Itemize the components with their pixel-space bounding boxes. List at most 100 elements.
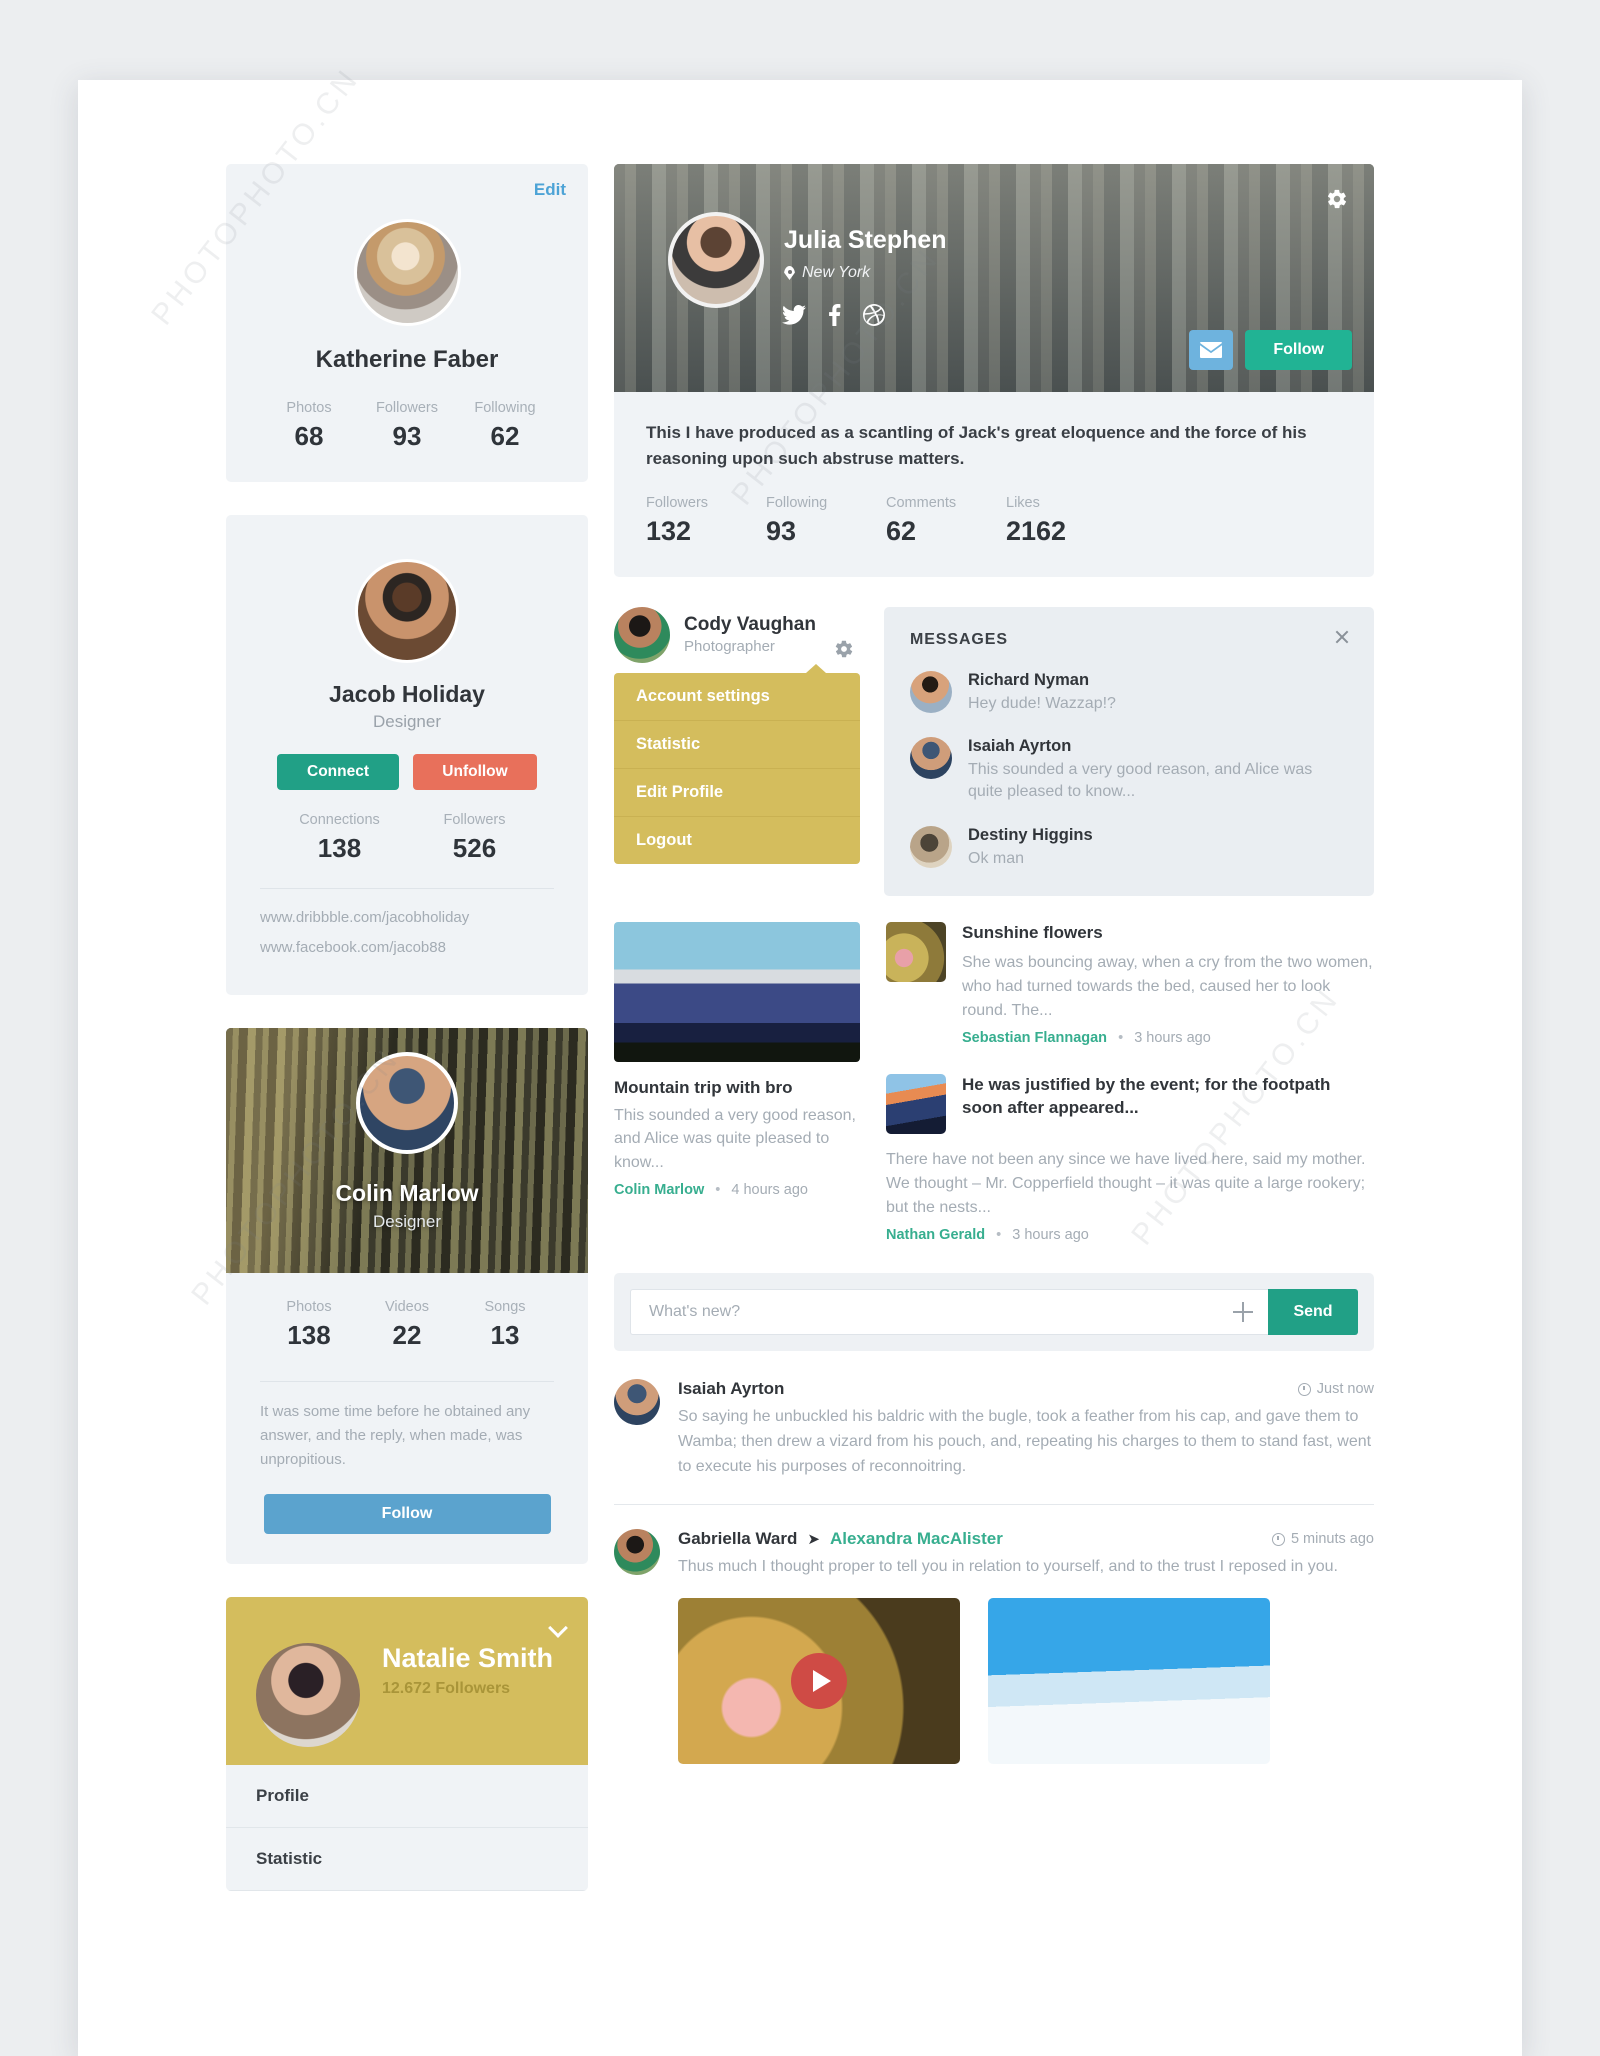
link-dribbble[interactable]: www.dribbble.com/jacobholiday (260, 909, 554, 926)
menu-item-statistic[interactable]: Statistic (614, 721, 860, 769)
meta-separator: • (1118, 1030, 1124, 1047)
account-menu: Cody Vaughan Photographer Account settin… (614, 606, 860, 864)
post-time: 3 hours ago (1134, 1030, 1211, 1047)
play-icon[interactable] (791, 1653, 847, 1710)
dribbble-icon[interactable] (863, 304, 885, 326)
profile-stats: Photos 138 Videos 22 Songs 13 (226, 1273, 588, 1381)
nav-item-profile[interactable]: Profile (226, 1765, 588, 1828)
post-meta: Nathan Gerald • 3 hours ago (886, 1227, 1374, 1243)
menu-item-edit-profile[interactable]: Edit Profile (614, 769, 860, 817)
stat-value: 138 (287, 1320, 331, 1350)
avatar-julia (668, 212, 764, 308)
avatar-colin (356, 1052, 458, 1154)
nav-item-statistic[interactable]: Statistic (226, 1828, 588, 1891)
stat-label: Comments (886, 494, 957, 511)
stat-value: 93 (766, 515, 797, 546)
chevron-down-icon[interactable] (550, 1619, 566, 1635)
nav-card-header: Natalie Smith 12.672 Followers (226, 1597, 588, 1765)
feed-target-user[interactable]: Alexandra MacAlister (830, 1529, 1003, 1549)
stat-value: 13 (490, 1320, 520, 1350)
feed-post-body: Gabriella Ward ➤ Alexandra MacAlister 5 … (678, 1529, 1374, 1765)
stat-value: 62 (490, 421, 520, 451)
feed-post: Isaiah Ayrton Just now So saying he unbu… (614, 1379, 1374, 1506)
post-author[interactable]: Sebastian Flannagan (962, 1030, 1107, 1046)
profile-stats: Connections 138 Followers 526 (226, 790, 588, 888)
stat-connections: Connections 138 (272, 812, 407, 864)
clock-icon (1271, 1532, 1285, 1546)
post-excerpt: She was bouncing away, when a cry from t… (962, 954, 1373, 1019)
close-icon[interactable] (1334, 629, 1350, 645)
avatar-jacob (355, 559, 459, 663)
gear-icon[interactable] (834, 639, 854, 659)
avatar-cody (614, 606, 670, 663)
message-preview: Hey dude! Wazzap!? (968, 694, 1116, 712)
hero-follow-button[interactable]: Follow (1245, 330, 1352, 370)
post-composer: Send (614, 1273, 1374, 1352)
stat-followers: Followers 526 (407, 812, 542, 864)
feed-author[interactable]: Gabriella Ward (678, 1529, 797, 1549)
menu-item-account-settings[interactable]: Account settings (614, 673, 860, 721)
menu-item-logout[interactable]: Logout (614, 817, 860, 864)
edit-button[interactable]: Edit (534, 180, 566, 200)
account-and-messages-row: Cody Vaughan Photographer Account settin… (614, 606, 1374, 897)
message-button[interactable] (1189, 330, 1234, 370)
stat-comments: Comments 62 (886, 495, 1006, 547)
hero-cover-image-city: Julia Stephen New York Follow (614, 164, 1374, 392)
composer-field (630, 1289, 1268, 1336)
post-author[interactable]: Nathan Gerald (886, 1227, 985, 1243)
link-facebook[interactable]: www.facebook.com/jacob88 (260, 939, 554, 956)
gallery-video-flowers[interactable] (678, 1598, 960, 1765)
composer-input[interactable] (630, 1289, 1268, 1336)
message-item[interactable]: Isaiah Ayrton This sounded a very good r… (910, 737, 1348, 804)
message-sender: Isaiah Ayrton (968, 737, 1072, 756)
hero-name: Julia Stephen (784, 226, 947, 254)
post-title: Sunshine flowers (962, 923, 1103, 943)
account-role: Photographer (684, 638, 775, 656)
post-time: 4 hours ago (731, 1181, 808, 1198)
post-content: Sunshine flowers She was bouncing away, … (962, 922, 1374, 1046)
gallery-image-mountain[interactable] (988, 1598, 1270, 1765)
connect-button[interactable]: Connect (277, 754, 399, 790)
account-identity: Cody Vaughan Photographer (684, 614, 816, 655)
post-title: He was justified by the event; for the f… (962, 1075, 1331, 1118)
post-meta: Sebastian Flannagan • 3 hours ago (962, 1030, 1374, 1046)
featured-post[interactable]: Mountain trip with bro This sounded a ve… (614, 922, 860, 1243)
feed-author[interactable]: Isaiah Ayrton (678, 1379, 784, 1399)
account-dropdown: Account settings Statistic Edit Profile … (614, 663, 860, 864)
stat-following: Following 93 (766, 495, 886, 547)
profile-card-colin: Colin Marlow Designer Photos 138 Videos … (226, 1028, 588, 1564)
hero-profile-card: Julia Stephen New York Follow This I hav… (614, 164, 1374, 577)
stat-value: 138 (317, 833, 362, 863)
post-author[interactable]: Colin Marlow (614, 1182, 704, 1198)
feed-time-label: Just now (1316, 1381, 1374, 1398)
list-item[interactable]: He was justified by the event; for the f… (886, 1074, 1374, 1135)
nav-card-natalie: Natalie Smith 12.672 Followers Profile S… (226, 1597, 588, 1891)
posts-row: Mountain trip with bro This sounded a ve… (614, 922, 1374, 1243)
facebook-icon[interactable] (828, 304, 841, 326)
profile-links: www.dribbble.com/jacobholiday www.facebo… (226, 889, 588, 995)
avatar-natalie (256, 1643, 360, 1747)
avatar-gabriella (614, 1529, 660, 1576)
location-pin-icon (784, 266, 795, 280)
list-item[interactable]: Sunshine flowers She was bouncing away, … (886, 922, 1374, 1046)
message-item[interactable]: Destiny Higgins Ok man (910, 825, 1348, 870)
hero-location: New York (784, 264, 870, 282)
stat-label: Photos (286, 1299, 332, 1315)
meta-separator: • (996, 1227, 1002, 1244)
hero-location-label: New York (802, 264, 871, 281)
main-layout: Edit Katherine Faber Photos 68 Followers… (78, 80, 1522, 1891)
profile-name: Katherine Faber (315, 346, 499, 373)
unfollow-button[interactable]: Unfollow (413, 754, 537, 790)
send-button[interactable]: Send (1268, 1289, 1358, 1336)
profile-card-katherine: Edit Katherine Faber Photos 68 Followers… (226, 164, 588, 482)
plus-icon[interactable] (1232, 1301, 1254, 1323)
message-item[interactable]: Richard Nyman Hey dude! Wazzap!? (910, 670, 1348, 715)
stat-label: Followers (375, 400, 439, 416)
featured-post-meta: Colin Marlow • 4 hours ago (614, 1182, 860, 1198)
post-thumbnail-city (886, 1074, 946, 1135)
gear-icon[interactable] (1326, 188, 1348, 210)
follow-button[interactable]: Follow (263, 1494, 551, 1534)
post-thumbnail-flowers (886, 922, 946, 983)
message-sender: Destiny Higgins (968, 825, 1093, 844)
twitter-icon[interactable] (782, 305, 806, 325)
